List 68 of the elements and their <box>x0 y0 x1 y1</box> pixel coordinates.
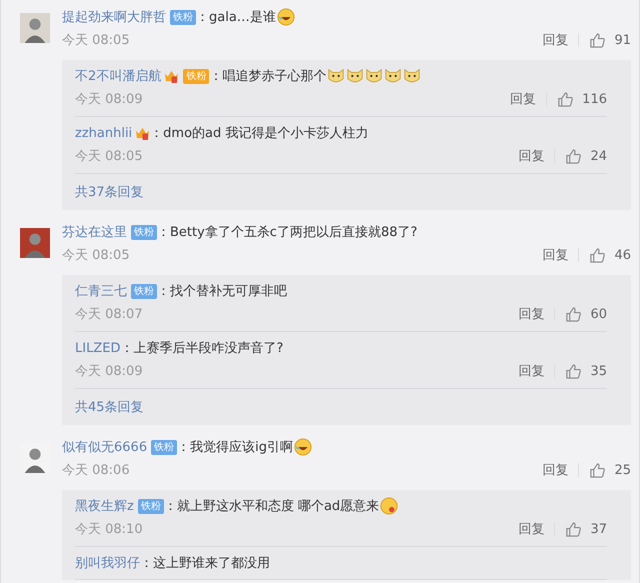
user-name[interactable]: LILZED <box>75 340 120 356</box>
like-count: 46 <box>614 248 631 262</box>
like-icon[interactable] <box>557 90 574 108</box>
reply-link[interactable]: 回复 <box>518 362 544 380</box>
user-name[interactable]: 不2不叫潘启航 <box>75 67 162 85</box>
like-icon[interactable] <box>565 520 582 538</box>
timestamp: 今天 08:06 <box>62 462 131 479</box>
reply-text: ：这上野谁来了都没用 <box>140 555 270 572</box>
crown-icon <box>164 70 180 82</box>
fan-badge: 铁粉 <box>151 440 178 454</box>
like-icon[interactable] <box>565 362 582 380</box>
more-replies-link[interactable]: 共45条回复 <box>75 398 144 416</box>
user-name[interactable]: 黑夜生辉z <box>75 497 134 515</box>
timestamp: 今天 08:09 <box>75 363 144 380</box>
like-count: 25 <box>614 462 631 478</box>
timestamp: 今天 08:05 <box>62 32 131 49</box>
user-name[interactable]: 芬达在这里 <box>62 223 127 241</box>
like-count: 24 <box>590 148 607 164</box>
laughing-emoji-icon <box>276 8 295 26</box>
dog-emoji-icon <box>365 67 384 85</box>
reply-link[interactable]: 回复 <box>518 147 544 165</box>
dog-emoji-icon <box>327 67 346 85</box>
like-icon[interactable] <box>589 32 606 48</box>
timestamp: 今天 08:09 <box>75 91 144 108</box>
timestamp: 今天 08:07 <box>75 306 144 323</box>
fan-badge: 铁粉 <box>170 10 196 24</box>
reply-link[interactable]: 回复 <box>542 461 568 479</box>
dog-emoji-icon <box>403 67 422 85</box>
user-name[interactable]: 提起劲来啊大胖哲 <box>62 8 166 26</box>
reply-text: ：上赛季后半段咋没声音了? <box>120 340 284 357</box>
more-replies-link[interactable]: 共37条回复 <box>75 183 144 201</box>
like-icon[interactable] <box>589 462 606 478</box>
comment-text: ：Betty拿了个五杀c了两把以后直接就88了? <box>157 224 418 241</box>
user-name[interactable]: zzhanhlii <box>75 126 132 140</box>
like-count: 35 <box>590 364 607 378</box>
comment-text: ：gala…是谁 <box>196 9 276 26</box>
like-icon[interactable] <box>565 148 582 164</box>
like-count: 91 <box>614 32 631 48</box>
like-count: 60 <box>590 306 607 322</box>
reply-link[interactable]: 回复 <box>542 246 568 264</box>
laughing-emoji-icon <box>294 438 312 456</box>
like-icon[interactable] <box>589 246 606 264</box>
reply-link[interactable]: 回复 <box>510 90 536 108</box>
reply-link[interactable]: 回复 <box>518 305 544 323</box>
timestamp: 今天 08:05 <box>75 148 144 165</box>
crown-icon <box>135 126 150 140</box>
dog-emoji-icon <box>346 67 364 85</box>
fan-badge: 铁粉 <box>138 498 164 514</box>
user-name[interactable]: 似有似无6666 <box>62 438 148 456</box>
user-name[interactable]: 别叫我羽仔 <box>75 554 140 572</box>
like-count: 37 <box>590 522 607 536</box>
reply-text: ：唱追梦赤子心那个 <box>209 68 326 85</box>
user-name[interactable]: 仁青三七 <box>75 282 127 300</box>
fan-badge: 铁粉 <box>183 68 210 84</box>
reply-text: ：找个替补无可厚非吧 <box>157 283 287 300</box>
fan-badge: 铁粉 <box>131 224 157 240</box>
fan-badge: 铁粉 <box>131 284 157 298</box>
like-icon[interactable] <box>565 306 582 322</box>
dog-emoji-icon <box>384 67 402 85</box>
reply-text: ：就上野这水平和态度 哪个ad愿意来 <box>164 498 380 515</box>
like-count: 116 <box>582 92 607 106</box>
reply-text: ：dmo的ad 我记得是个小卡莎人柱力 <box>150 125 368 142</box>
reply-link[interactable]: 回复 <box>542 31 568 49</box>
timestamp: 今天 08:10 <box>75 521 144 538</box>
drooling-emoji-icon <box>380 497 398 515</box>
comment-text: ：我觉得应该ig引啊 <box>177 439 293 456</box>
timestamp: 今天 08:05 <box>62 247 131 264</box>
reply-link[interactable]: 回复 <box>518 520 544 538</box>
